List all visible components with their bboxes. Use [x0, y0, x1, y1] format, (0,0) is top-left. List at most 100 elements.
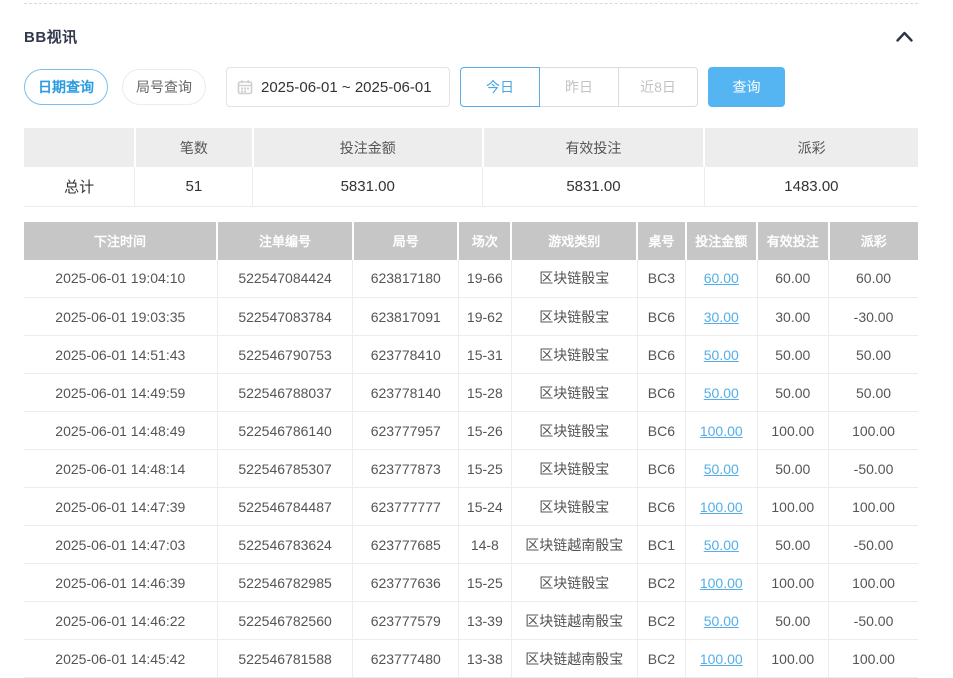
cell-payout: -50.00: [829, 450, 918, 488]
cell-order-no: 522547083784: [217, 298, 353, 336]
table-row: 2025-06-01 14:48:49522546786140623777957…: [24, 412, 918, 450]
cell-payout: -50.00: [829, 526, 918, 564]
bet-amount-link[interactable]: 50.00: [704, 613, 739, 629]
cell-payout: 60.00: [829, 260, 918, 298]
bet-amount-link[interactable]: 50.00: [704, 461, 739, 477]
quick-range-yesterday[interactable]: 昨日: [539, 67, 619, 107]
quick-range-today[interactable]: 今日: [460, 67, 540, 107]
cell-table-no: BC6: [637, 374, 685, 412]
cell-bet-amount: 100.00: [686, 564, 758, 602]
cell-order-no: 522546785307: [217, 450, 353, 488]
cell-table-no: BC1: [637, 526, 685, 564]
table-row: 2025-06-01 14:49:59522546788037623778140…: [24, 374, 918, 412]
cell-table-no: BC6: [637, 450, 685, 488]
date-range-value: 2025-06-01 ~ 2025-06-01: [261, 79, 432, 96]
cell-round-no: 623817091: [353, 298, 458, 336]
bet-amount-link[interactable]: 50.00: [704, 385, 739, 401]
cell-valid-bet: 100.00: [757, 640, 829, 678]
bet-amount-link[interactable]: 100.00: [700, 651, 743, 667]
cell-bet-time: 2025-06-01 14:45:42: [24, 640, 217, 678]
cell-bet-amount: 50.00: [686, 602, 758, 640]
bet-amount-link[interactable]: 100.00: [700, 575, 743, 591]
cell-table-no: BC3: [637, 260, 685, 298]
cell-game-type: 区块链越南骰宝: [511, 602, 637, 640]
section-header: BB视讯: [24, 25, 918, 47]
cell-bet-time: 2025-06-01 14:47:39: [24, 488, 217, 526]
cell-bet-time: 2025-06-01 19:04:10: [24, 260, 217, 298]
cell-order-no: 522546782560: [217, 602, 353, 640]
cell-order-no: 522546788037: [217, 374, 353, 412]
collapse-section-button[interactable]: [891, 28, 918, 45]
bet-amount-link[interactable]: 50.00: [704, 347, 739, 363]
records-table: 下注时间 注单编号 局号 场次 游戏类别 桌号 投注金额 有效投注 派彩 202…: [24, 222, 918, 678]
cell-payout: 50.00: [829, 336, 918, 374]
table-row: 2025-06-01 14:46:22522546782560623777579…: [24, 602, 918, 640]
cell-session: 15-24: [458, 488, 511, 526]
cell-payout: 50.00: [829, 374, 918, 412]
records-col-table-no: 桌号: [637, 222, 685, 260]
cell-bet-time: 2025-06-01 14:49:59: [24, 374, 217, 412]
cell-game-type: 区块链骰宝: [511, 336, 637, 374]
cell-session: 19-66: [458, 260, 511, 298]
quick-range-group: 今日 昨日 近8日: [460, 67, 698, 107]
cell-game-type: 区块链骰宝: [511, 450, 637, 488]
cell-payout: 100.00: [829, 412, 918, 450]
cell-valid-bet: 50.00: [757, 602, 829, 640]
cell-order-no: 522546786140: [217, 412, 353, 450]
date-range-input[interactable]: 2025-06-01 ~ 2025-06-01: [226, 67, 450, 107]
cell-valid-bet: 50.00: [757, 526, 829, 564]
cell-game-type: 区块链骰宝: [511, 298, 637, 336]
cell-round-no: 623777636: [353, 564, 458, 602]
page-title: BB视讯: [24, 26, 78, 47]
summary-col-payout: 派彩: [704, 128, 918, 167]
query-toolbar: 日期查询 局号查询 2025-06-01 ~ 2025-06-01 今日: [24, 67, 918, 107]
cell-bet-amount: 50.00: [686, 526, 758, 564]
cell-valid-bet: 100.00: [757, 488, 829, 526]
summary-total-count: 51: [135, 167, 253, 206]
cell-round-no: 623778410: [353, 336, 458, 374]
cell-session: 15-26: [458, 412, 511, 450]
cell-round-no: 623778140: [353, 374, 458, 412]
bet-amount-link[interactable]: 60.00: [704, 270, 739, 286]
cell-payout: 100.00: [829, 488, 918, 526]
table-row: 2025-06-01 14:47:03522546783624623777685…: [24, 526, 918, 564]
cell-valid-bet: 50.00: [757, 450, 829, 488]
bet-amount-link[interactable]: 30.00: [704, 309, 739, 325]
summary-col-count: 笔数: [135, 128, 253, 167]
bet-amount-link[interactable]: 50.00: [704, 537, 739, 553]
cell-round-no: 623817180: [353, 260, 458, 298]
cell-session: 13-38: [458, 640, 511, 678]
cell-session: 14-8: [458, 526, 511, 564]
summary-col-blank: [24, 128, 135, 167]
calendar-icon: [237, 79, 253, 95]
search-button[interactable]: 查询: [708, 67, 785, 107]
chevron-up-icon: [895, 30, 914, 43]
date-query-tab[interactable]: 日期查询: [24, 69, 108, 105]
cell-payout: -50.00: [829, 602, 918, 640]
cell-bet-amount: 100.00: [686, 640, 758, 678]
cell-valid-bet: 50.00: [757, 336, 829, 374]
cell-bet-time: 2025-06-01 19:03:35: [24, 298, 217, 336]
cell-order-no: 522546781588: [217, 640, 353, 678]
bet-amount-link[interactable]: 100.00: [700, 423, 743, 439]
cell-bet-time: 2025-06-01 14:48:14: [24, 450, 217, 488]
records-col-valid-bet: 有效投注: [757, 222, 829, 260]
round-query-tab[interactable]: 局号查询: [122, 69, 206, 105]
quick-range-last8days[interactable]: 近8日: [618, 67, 698, 107]
cell-game-type: 区块链骰宝: [511, 374, 637, 412]
records-body: 2025-06-01 19:04:10522547084424623817180…: [24, 260, 918, 678]
cell-session: 15-25: [458, 564, 511, 602]
summary-total-valid-bet: 5831.00: [483, 167, 705, 206]
cell-round-no: 623777777: [353, 488, 458, 526]
top-dashed-divider: [24, 3, 918, 4]
cell-session: 15-25: [458, 450, 511, 488]
cell-game-type: 区块链骰宝: [511, 412, 637, 450]
cell-order-no: 522547084424: [217, 260, 353, 298]
records-col-payout: 派彩: [829, 222, 918, 260]
cell-bet-amount: 100.00: [686, 412, 758, 450]
bet-amount-link[interactable]: 100.00: [700, 499, 743, 515]
cell-round-no: 623777685: [353, 526, 458, 564]
cell-table-no: BC2: [637, 602, 685, 640]
cell-bet-time: 2025-06-01 14:46:39: [24, 564, 217, 602]
cell-bet-time: 2025-06-01 14:47:03: [24, 526, 217, 564]
